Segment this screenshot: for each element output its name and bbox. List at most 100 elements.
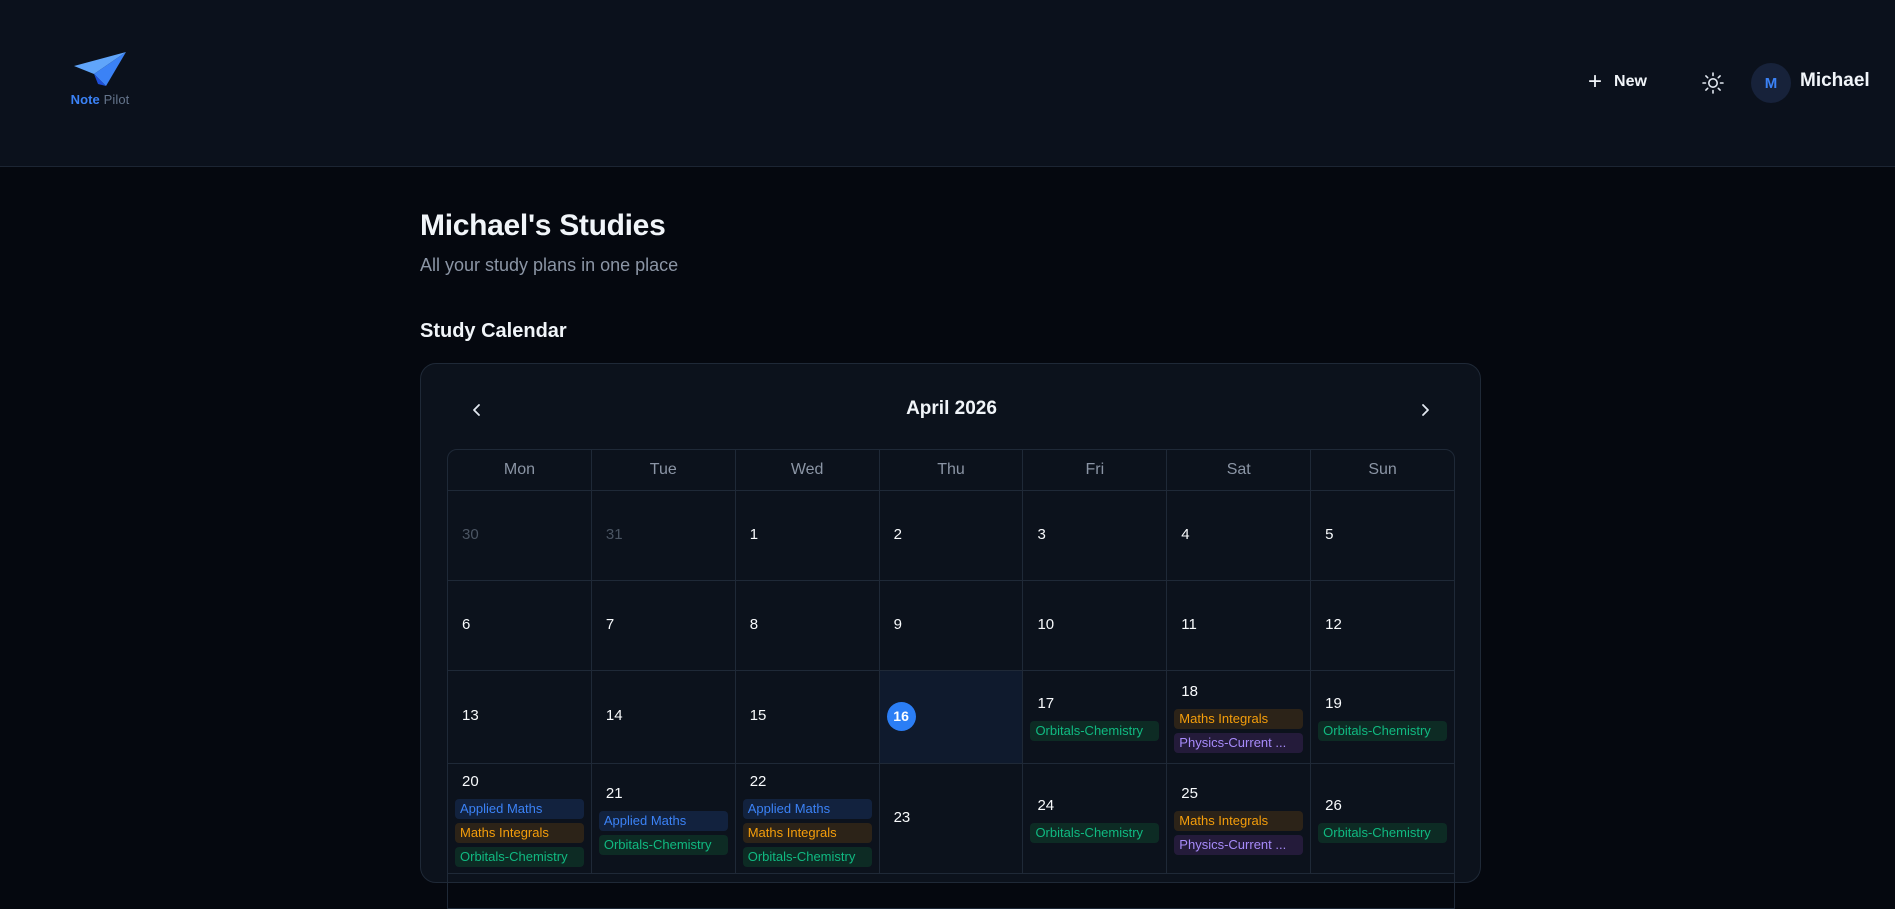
study-event[interactable]: Orbitals-Chemistry [598, 834, 728, 855]
weekday-mon: Mon [448, 450, 592, 490]
day-number: 6 [462, 615, 471, 633]
calendar-day[interactable]: 7 [592, 581, 736, 670]
study-event[interactable]: Applied Maths [598, 810, 728, 831]
section-title: Study Calendar [420, 320, 567, 342]
day-number: 3 [1037, 525, 1046, 543]
day-number: 26 [1325, 796, 1342, 814]
logo-text-secondary: Pilot [103, 92, 130, 107]
calendar-day[interactable]: 14 [592, 671, 736, 763]
page-subtitle: All your study plans in one place [420, 255, 679, 275]
calendar-day[interactable]: 22 Applied Maths Maths Integrals Orbitals-C… [736, 764, 880, 873]
study-event[interactable]: Maths Integrals [742, 822, 872, 843]
day-number: 1 [749, 525, 759, 543]
day-number: 25 [1181, 784, 1198, 802]
calendar-day[interactable]: 9 [880, 581, 1024, 670]
day-number: 12 [1325, 615, 1342, 633]
calendar-day[interactable]: 5 [1311, 491, 1454, 580]
calendar-day[interactable]: 11 [1167, 581, 1312, 670]
avatar[interactable]: M [1751, 63, 1791, 103]
calendar-day[interactable]: 12 [1311, 581, 1454, 670]
weekday-sun: Sun [1368, 461, 1397, 478]
calendar-week: 6 7 8 9 10 11 12 [448, 581, 1454, 671]
day-number: 17 [1037, 695, 1055, 712]
day-number: 21 [605, 784, 623, 802]
calendar-day[interactable]: 18 Maths Integrals Physics-Current ... [1167, 671, 1312, 763]
calendar-day[interactable]: 31 [592, 491, 736, 580]
day-number: 9 [893, 615, 902, 633]
study-event[interactable]: Maths Integrals [455, 822, 584, 843]
calendar-week: 13 14 15 16 17 Orbitals-Chemistry 18 Maths Inte… [448, 671, 1454, 764]
logo-text-primary: Note [70, 92, 100, 107]
theme-toggle-button[interactable] [1700, 70, 1726, 96]
calendar-day[interactable]: 8 [736, 581, 880, 670]
weekday-sat: Sat [1167, 450, 1312, 490]
month-label: April 2026 [906, 398, 997, 419]
weekday-header: Mon Tue Wed Thu Fri Sat Sun [448, 450, 1454, 491]
study-event[interactable]: Orbitals-Chemistry [1030, 822, 1160, 843]
study-event[interactable]: Physics-Current ... [1174, 834, 1304, 855]
calendar-grid: Mon Tue Wed Thu Fri Sat Sun 30 31 1 2 3 4 5 6 7 8 9 10 11 1… [447, 449, 1455, 909]
day-number: 20 [462, 772, 479, 790]
top-bar: Note Pilot + New M Michael [0, 0, 1895, 167]
study-event[interactable]: Orbitals-Chemistry [455, 846, 584, 867]
study-event[interactable]: Applied Maths [742, 798, 872, 819]
sun-icon [1702, 72, 1724, 94]
calendar-week: 30 31 1 2 3 4 5 [448, 491, 1454, 581]
day-number: 19 [1325, 695, 1342, 712]
calendar-day[interactable]: 19 Orbitals-Chemistry [1311, 671, 1454, 763]
calendar-day[interactable]: 13 [448, 671, 592, 763]
page-title: Michael's Studies [420, 209, 666, 242]
study-event[interactable]: Orbitals-Chemistry [742, 846, 872, 867]
weekday-wed: Wed [736, 450, 880, 490]
plus-icon: + [1588, 68, 1603, 95]
chevron-right-icon [1422, 404, 1429, 416]
calendar-day[interactable]: 24 Orbitals-Chemistry [1023, 764, 1168, 873]
day-number: 24 [1037, 796, 1055, 814]
calendar-day[interactable]: 21 Applied Maths Orbitals-Chemistry [592, 764, 736, 873]
paper-plane-icon [74, 52, 126, 86]
calendar-day[interactable]: 30 [448, 491, 592, 580]
calendar-day[interactable]: 6 [448, 581, 592, 670]
study-event[interactable]: Orbitals-Chemistry [1318, 822, 1448, 843]
next-month-button[interactable] [1409, 394, 1441, 426]
calendar-day-today[interactable]: 16 [879, 671, 1024, 763]
day-number: 23 [893, 808, 911, 826]
logo-text: Note Pilot [68, 92, 132, 107]
day-number: 7 [605, 615, 615, 633]
calendar-day[interactable]: 10 [1023, 581, 1168, 670]
study-calendar: April 2026 Mon Tue Wed Thu Fri Sat Sun 30 31 1 2 3… [420, 363, 1481, 909]
study-event[interactable]: Applied Maths [455, 798, 584, 819]
day-number: 5 [1325, 525, 1334, 543]
day-number: 10 [1037, 615, 1055, 633]
day-number: 2 [893, 525, 902, 543]
calendar-day[interactable]: 20 Applied Maths Maths Integrals Orbitals-C… [448, 764, 592, 873]
day-number: 13 [462, 707, 479, 724]
calendar-day[interactable]: 17 Orbitals-Chemistry [1023, 671, 1168, 763]
day-number: 31 [605, 525, 623, 543]
calendar-day[interactable]: 4 [1167, 491, 1312, 580]
calendar-day[interactable]: 25 Maths Integrals Physics-Current ... [1167, 764, 1312, 873]
study-event[interactable]: Physics-Current ... [1174, 733, 1304, 753]
weekday-tue: Tue [592, 450, 736, 490]
study-event[interactable]: Orbitals-Chemistry [1030, 721, 1160, 741]
day-number: 15 [749, 707, 767, 724]
study-event[interactable]: Orbitals-Chemistry [1318, 721, 1448, 741]
note-pilot-logo[interactable]: Note Pilot [68, 50, 132, 110]
calendar-day[interactable]: 26 Orbitals-Chemistry [1311, 764, 1454, 873]
day-number: 4 [1181, 525, 1190, 543]
calendar-day[interactable]: 3 [1023, 491, 1168, 580]
day-number: 14 [605, 707, 623, 724]
calendar-day[interactable]: 2 [880, 491, 1024, 580]
weekday-thu: Thu [880, 450, 1024, 490]
calendar-day[interactable]: 15 [736, 671, 880, 763]
calendar-day[interactable]: 1 [736, 491, 880, 580]
calendar-week: 20 Applied Maths Maths Integrals Orbitals-C… [448, 764, 1454, 874]
day-number: 22 [749, 772, 767, 790]
weekday-fri: Fri [1023, 450, 1168, 490]
user-name[interactable]: Michael [1800, 70, 1870, 92]
new-button[interactable]: + New [1588, 68, 1647, 96]
calendar-day[interactable]: 23 [880, 764, 1024, 873]
day-number: 16 [886, 701, 916, 731]
study-event[interactable]: Maths Integrals [1174, 810, 1304, 831]
study-event[interactable]: Maths Integrals [1174, 709, 1304, 729]
